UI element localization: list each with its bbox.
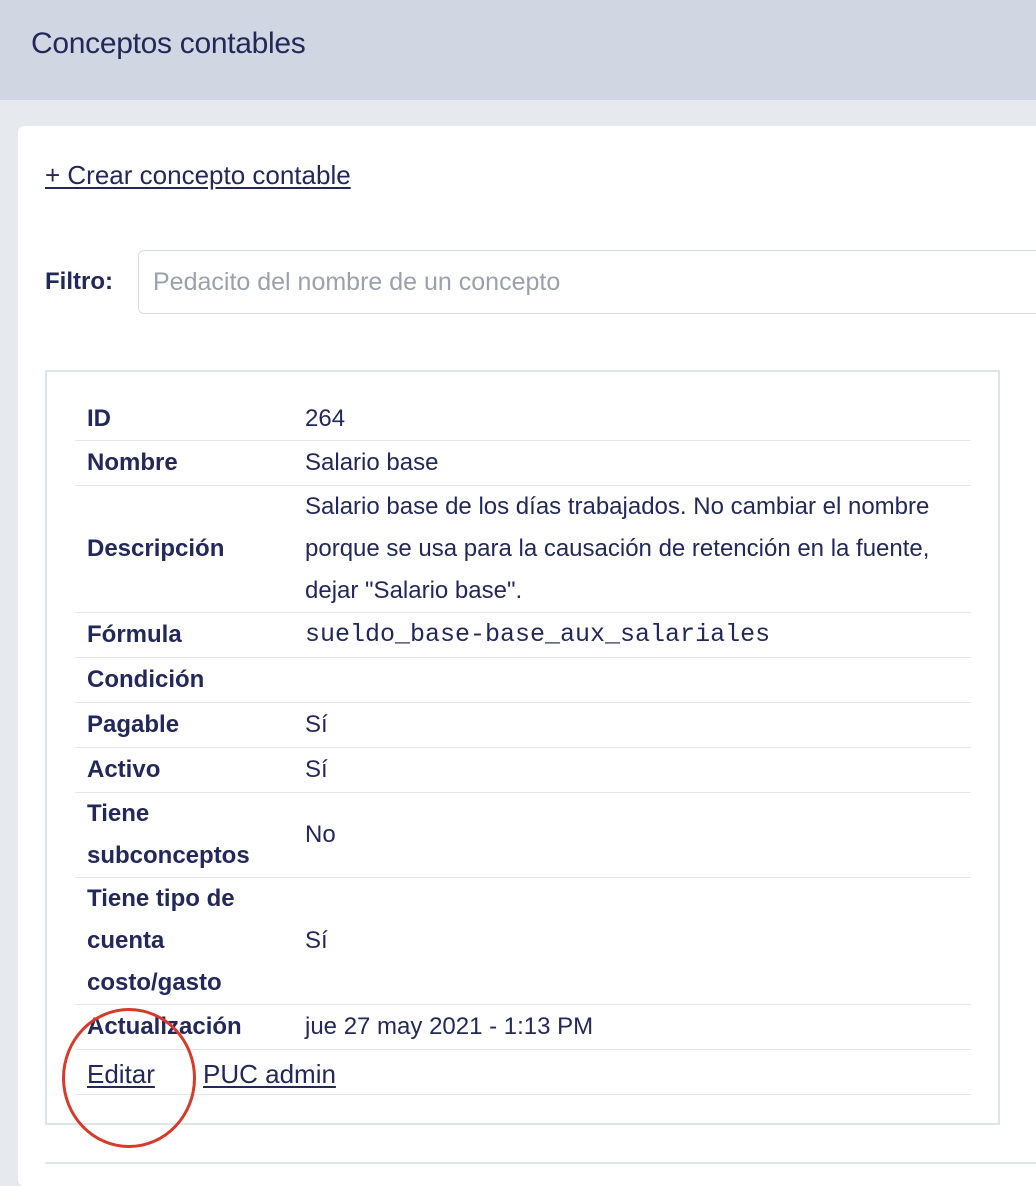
- detail-row-activo: Activo Sí: [75, 747, 971, 793]
- detail-key: Actualización: [75, 1004, 293, 1050]
- filter-label: Filtro:: [45, 268, 113, 295]
- detail-row-actualizacion: Actualización jue 27 may 2021 - 1:13 PM: [75, 1004, 971, 1050]
- detail-row-descripcion: Descripción Salario base de los días tra…: [75, 485, 971, 613]
- detail-value: 264: [293, 398, 971, 441]
- detail-row-id: ID 264: [75, 398, 971, 441]
- detail-row-nombre: Nombre Salario base: [75, 440, 971, 486]
- detail-key: Nombre: [75, 440, 293, 486]
- detail-value: Sí: [293, 702, 971, 748]
- puc-admin-link[interactable]: PUC admin: [203, 1050, 336, 1098]
- edit-link[interactable]: Editar: [87, 1050, 155, 1098]
- detail-row-pagable: Pagable Sí: [75, 702, 971, 748]
- detail-key: Fórmula: [75, 612, 293, 658]
- detail-value: Sí: [293, 747, 971, 793]
- concept-actions: Editar PUC admin: [75, 1050, 971, 1095]
- detail-key: Tiene subconceptos: [75, 792, 293, 878]
- detail-value: sueldo_base-base_aux_salariales: [293, 612, 971, 658]
- detail-key: Tiene tipo de cuenta costo/gasto: [75, 877, 293, 1005]
- detail-value: jue 27 may 2021 - 1:13 PM: [293, 1004, 971, 1050]
- detail-key: Condición: [75, 657, 293, 703]
- detail-value: Salario base: [293, 440, 971, 486]
- detail-row-tipo-cuenta: Tiene tipo de cuenta costo/gasto Sí: [75, 877, 971, 1005]
- detail-value: Sí: [293, 877, 971, 1005]
- next-card-edge: [45, 1162, 1036, 1164]
- detail-row-formula: Fórmula sueldo_base-base_aux_salariales: [75, 612, 971, 658]
- detail-row-subconceptos: Tiene subconceptos No: [75, 792, 971, 878]
- detail-value: Salario base de los días trabajados. No …: [293, 485, 971, 613]
- detail-key: Pagable: [75, 702, 293, 748]
- detail-row-condicion: Condición: [75, 657, 971, 703]
- detail-key: Activo: [75, 747, 293, 793]
- filter-input[interactable]: [138, 250, 1036, 314]
- concept-details-table: ID 264 Nombre Salario base Descripción S…: [75, 398, 971, 1050]
- create-concept-link[interactable]: + Crear concepto contable: [45, 160, 351, 191]
- page-header: Conceptos contables: [0, 0, 1036, 100]
- detail-key: ID: [75, 398, 293, 441]
- detail-key: Descripción: [75, 485, 293, 613]
- detail-value: No: [293, 792, 971, 878]
- detail-value: [293, 657, 971, 703]
- page-title: Conceptos contables: [31, 27, 306, 60]
